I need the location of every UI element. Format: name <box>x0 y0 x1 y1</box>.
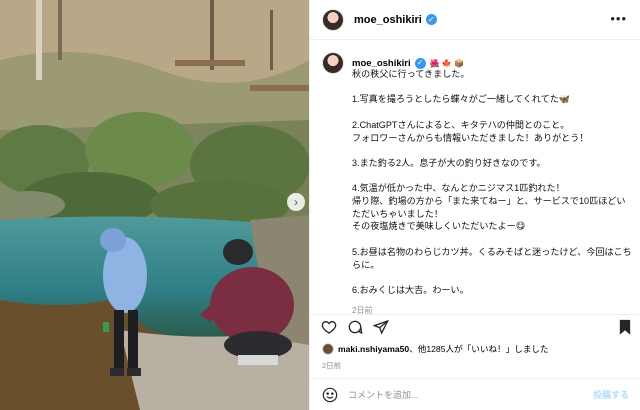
post-date[interactable]: 2日前 <box>322 360 341 371</box>
verified-badge-icon: ✓ <box>425 14 437 25</box>
post-photo-image <box>0 0 309 410</box>
post-photo[interactable]: › <box>0 0 309 410</box>
comment-bar: 投稿する <box>310 378 640 410</box>
more-options-icon[interactable]: ••• <box>610 11 627 26</box>
comment-icon[interactable] <box>346 318 364 336</box>
caption-text: 秋の秩父に行ってきました。 1.写真を撮ろうとしたら蝶々がご一緒してくれてた🦋 … <box>352 69 632 295</box>
caption-username[interactable]: moe_oshikiri <box>352 58 411 69</box>
liker-avatar[interactable] <box>322 343 334 355</box>
bookmark-icon[interactable] <box>616 318 634 336</box>
verified-badge-icon: ✓ <box>414 57 426 69</box>
post-side-panel: moe_oshikiri ✓ ••• moe_oshikiri ✓ 🌺 🍁 📦 … <box>309 0 640 410</box>
caption-emojis: 🌺 🍁 📦 <box>429 58 464 68</box>
post-header: moe_oshikiri ✓ ••• <box>310 0 640 40</box>
chevron-right-icon[interactable]: › <box>287 193 305 211</box>
header-username[interactable]: moe_oshikiri <box>354 14 422 26</box>
avatar[interactable] <box>322 8 344 31</box>
heart-icon[interactable] <box>320 318 338 336</box>
share-icon[interactable] <box>372 318 390 336</box>
comment-input[interactable] <box>348 389 578 400</box>
post-comment-button[interactable]: 投稿する <box>593 388 629 401</box>
post-caption: moe_oshikiri ✓ 🌺 🍁 📦 秋の秩父に行ってきました。 1.写真を… <box>322 52 632 316</box>
post-actions <box>310 314 640 338</box>
likes-text[interactable]: 、他1285人が「いいね！」しました <box>409 343 548 355</box>
caption-avatar[interactable] <box>322 52 344 74</box>
likes-summary: maki.nshiyama50 、他1285人が「いいね！」しました <box>322 343 549 355</box>
emoji-icon[interactable] <box>322 387 338 403</box>
instagram-post: › moe_oshikiri ✓ ••• moe_oshikiri ✓ 🌺 🍁 … <box>0 0 640 410</box>
first-liker[interactable]: maki.nshiyama50 <box>338 344 409 354</box>
